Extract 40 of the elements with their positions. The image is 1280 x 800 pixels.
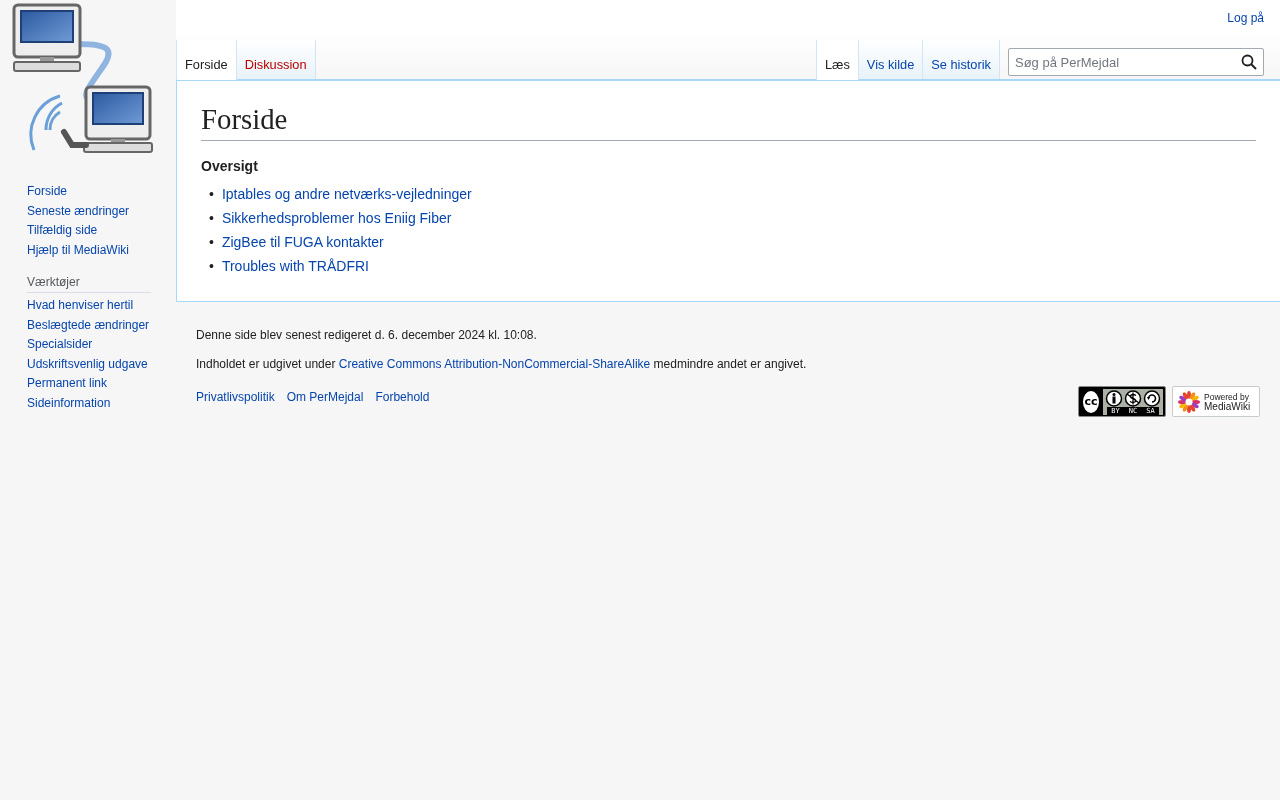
bullet-marker: • (209, 257, 214, 277)
footer-link[interactable]: Om PerMejdal (286, 390, 364, 405)
page-tab[interactable]: Læs (816, 40, 859, 80)
sidebar-link[interactable]: Permanent link (27, 376, 108, 390)
page-tab[interactable]: Se historik (923, 40, 1000, 79)
article-link[interactable]: ZigBee til FUGA kontakter (221, 230, 384, 255)
bullet-marker: • (209, 185, 214, 205)
sidebar-link[interactable]: Beslægtede ændringer (27, 317, 150, 332)
powered-by-badge[interactable]: Powered by MediaWiki (1172, 386, 1260, 418)
footer-link[interactable]: Privatlivspolitik (196, 390, 275, 405)
license-link[interactable]: Creative Commons Attribution-NonCommercial-ShareAlike (338, 357, 651, 372)
search-icon[interactable] (1241, 54, 1257, 70)
footer-link[interactable]: Forbehold (375, 390, 430, 405)
powered-by-text: Powered by (1204, 391, 1251, 402)
flower-icon (1178, 390, 1200, 413)
page-title: Forside (201, 101, 1256, 142)
section-heading: Oversigt (201, 158, 259, 175)
login-link[interactable]: Log på (1227, 11, 1264, 40)
page-tab[interactable]: Vis kilde (858, 40, 924, 79)
sidebar-link[interactable]: Hvad henviser hertil (27, 298, 134, 312)
sidebar-link[interactable]: Specialsider (27, 337, 93, 351)
sidebar-link[interactable]: Sideinformation (27, 395, 111, 410)
bullet-marker: • (209, 233, 214, 253)
page-tab[interactable]: Forside (177, 40, 237, 80)
sidebar-link[interactable]: Tilfældig side (27, 223, 98, 237)
license-text: Indholdet er udgivet under Creative Commons Attribution-NonCommercial-ShareAlike medmindre andet er angivet. (196, 357, 808, 372)
page-tab[interactable]: Diskussion (236, 40, 316, 79)
article-link[interactable]: Troubles with TRÅDFRI (221, 254, 369, 279)
mediawiki-text: MediaWiki (1204, 401, 1251, 412)
tools-heading: Værktøjer (27, 274, 151, 293)
sidebar-link[interactable]: Hjælp til MediaWiki (27, 242, 130, 257)
search-field[interactable]: Søg på PerMejdal (1008, 48, 1264, 76)
license-icons-drawing (1105, 389, 1161, 407)
bullet-marker: • (209, 209, 214, 229)
sidebar-link[interactable]: Seneste ændringer (27, 203, 130, 218)
sidebar-link[interactable]: Forside (27, 184, 67, 198)
sidebar-link[interactable]: Udskriftsvenlig udgave (27, 356, 148, 371)
article-link[interactable]: Iptables og andre netværks-vejledninger (221, 182, 472, 207)
last-modified-text: Denne side blev senest redigeret d. 6. december 2024 kl. 10:08. (196, 328, 538, 343)
article-link[interactable]: Sikkerhedsproblemer hos Eniig Fiber (221, 206, 452, 231)
